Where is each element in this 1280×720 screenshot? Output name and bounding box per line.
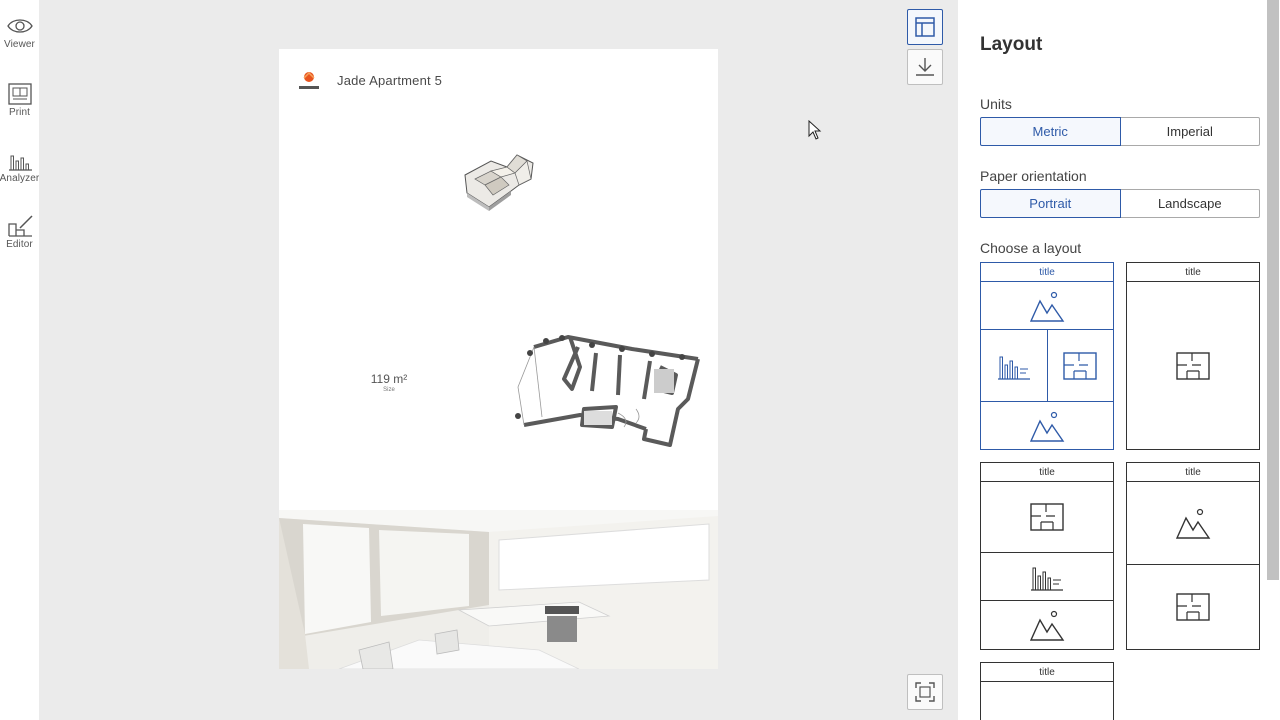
nav-viewer-label: Viewer	[4, 39, 35, 50]
image-placeholder-icon	[1029, 411, 1065, 442]
orientation-landscape-button[interactable]: Landscape	[1120, 189, 1260, 218]
orientation-toggle: Portrait Landscape	[980, 189, 1260, 218]
units-metric-button[interactable]: Metric	[980, 117, 1121, 146]
nav-print-label: Print	[8, 107, 31, 118]
layout-cell-chart	[981, 553, 1113, 601]
layout-option-title: title	[1127, 463, 1259, 482]
floorplan-2d-image	[515, 335, 700, 447]
nav-viewer[interactable]: Viewer	[0, 14, 39, 64]
floorplan-icon	[1063, 351, 1097, 380]
layout-cell-chart	[981, 330, 1047, 401]
interior-render-image	[279, 510, 718, 669]
fit-to-screen-icon	[915, 682, 935, 702]
image-placeholder-icon	[1029, 291, 1065, 322]
bar-chart-icon	[1031, 567, 1063, 591]
layout-cell-row	[981, 330, 1113, 402]
area-label: Size	[383, 387, 395, 393]
layout-cell-floorplan	[1127, 282, 1259, 449]
layout-cell-image	[981, 402, 1113, 449]
layout-option-title: title	[1127, 263, 1259, 282]
layout-option-title: title	[981, 463, 1113, 482]
floorplan-icon	[1030, 503, 1064, 531]
nav-editor[interactable]: Editor	[0, 214, 39, 264]
nav-editor-label: Editor	[6, 239, 33, 250]
left-navigation: Viewer Print Analyzer Editor	[0, 0, 39, 720]
layout-cell-empty	[981, 682, 1113, 720]
fit-to-screen-button[interactable]	[907, 674, 943, 710]
layout-panel-icon	[915, 17, 935, 37]
layout-cell-floorplan	[1127, 565, 1259, 649]
area-info: 119 m² Size	[364, 372, 414, 393]
layout-option-title: title	[981, 663, 1113, 682]
panel-scrollbar-thumb[interactable]	[1267, 0, 1279, 580]
layout-cell-image	[981, 601, 1113, 649]
floorplan-icon	[1176, 593, 1210, 621]
layout-option-5[interactable]: title	[980, 662, 1114, 720]
bar-chart-icon	[997, 356, 1030, 380]
nav-analyzer[interactable]: Analyzer	[0, 148, 39, 198]
print-page-preview: Jade Apartment 5 119 m² Size	[279, 49, 718, 669]
layout-cell-floorplan	[1046, 330, 1114, 401]
bar-chart-icon	[8, 155, 32, 171]
mouse-cursor-icon	[808, 120, 822, 140]
orientation-portrait-button[interactable]: Portrait	[980, 189, 1121, 218]
layout-cell-image	[1127, 482, 1259, 565]
layout-option-1[interactable]: title	[980, 262, 1114, 450]
page-title: Jade Apartment 5	[337, 73, 443, 88]
image-placeholder-icon	[1175, 508, 1211, 539]
download-icon	[916, 58, 934, 76]
area-value: 119 m²	[370, 372, 408, 386]
layout-option-4[interactable]: title	[1126, 462, 1260, 650]
choose-layout-label: Choose a layout	[980, 240, 1082, 256]
layout-option-2[interactable]: title	[1126, 262, 1260, 450]
layout-cell-image	[981, 282, 1113, 330]
nav-print[interactable]: Print	[0, 82, 39, 132]
image-placeholder-icon	[1029, 610, 1065, 641]
orientation-label: Paper orientation	[980, 168, 1087, 184]
layout-option-3[interactable]: title	[980, 462, 1114, 650]
edit-plan-icon	[7, 215, 33, 237]
print-layout-icon	[7, 83, 32, 105]
floorplan-icon	[1176, 351, 1210, 380]
units-imperial-button[interactable]: Imperial	[1120, 117, 1260, 146]
panel-title: Layout	[980, 34, 1043, 55]
layout-option-title: title	[981, 263, 1113, 282]
print-canvas: Jade Apartment 5 119 m² Size	[39, 0, 958, 720]
nav-analyzer-label: Analyzer	[0, 173, 40, 184]
units-toggle: Metric Imperial	[980, 117, 1260, 146]
company-logo	[299, 71, 319, 89]
download-button[interactable]	[907, 49, 943, 85]
panel-scrollbar[interactable]	[1266, 0, 1280, 720]
isometric-floorplan-image	[464, 154, 534, 211]
eye-icon	[6, 19, 33, 33]
layout-panel-button[interactable]	[907, 9, 943, 45]
layout-settings-panel: Layout Units Metric Imperial Paper orien…	[958, 0, 1280, 720]
units-label: Units	[980, 96, 1012, 112]
layout-cell-floorplan	[981, 482, 1113, 553]
